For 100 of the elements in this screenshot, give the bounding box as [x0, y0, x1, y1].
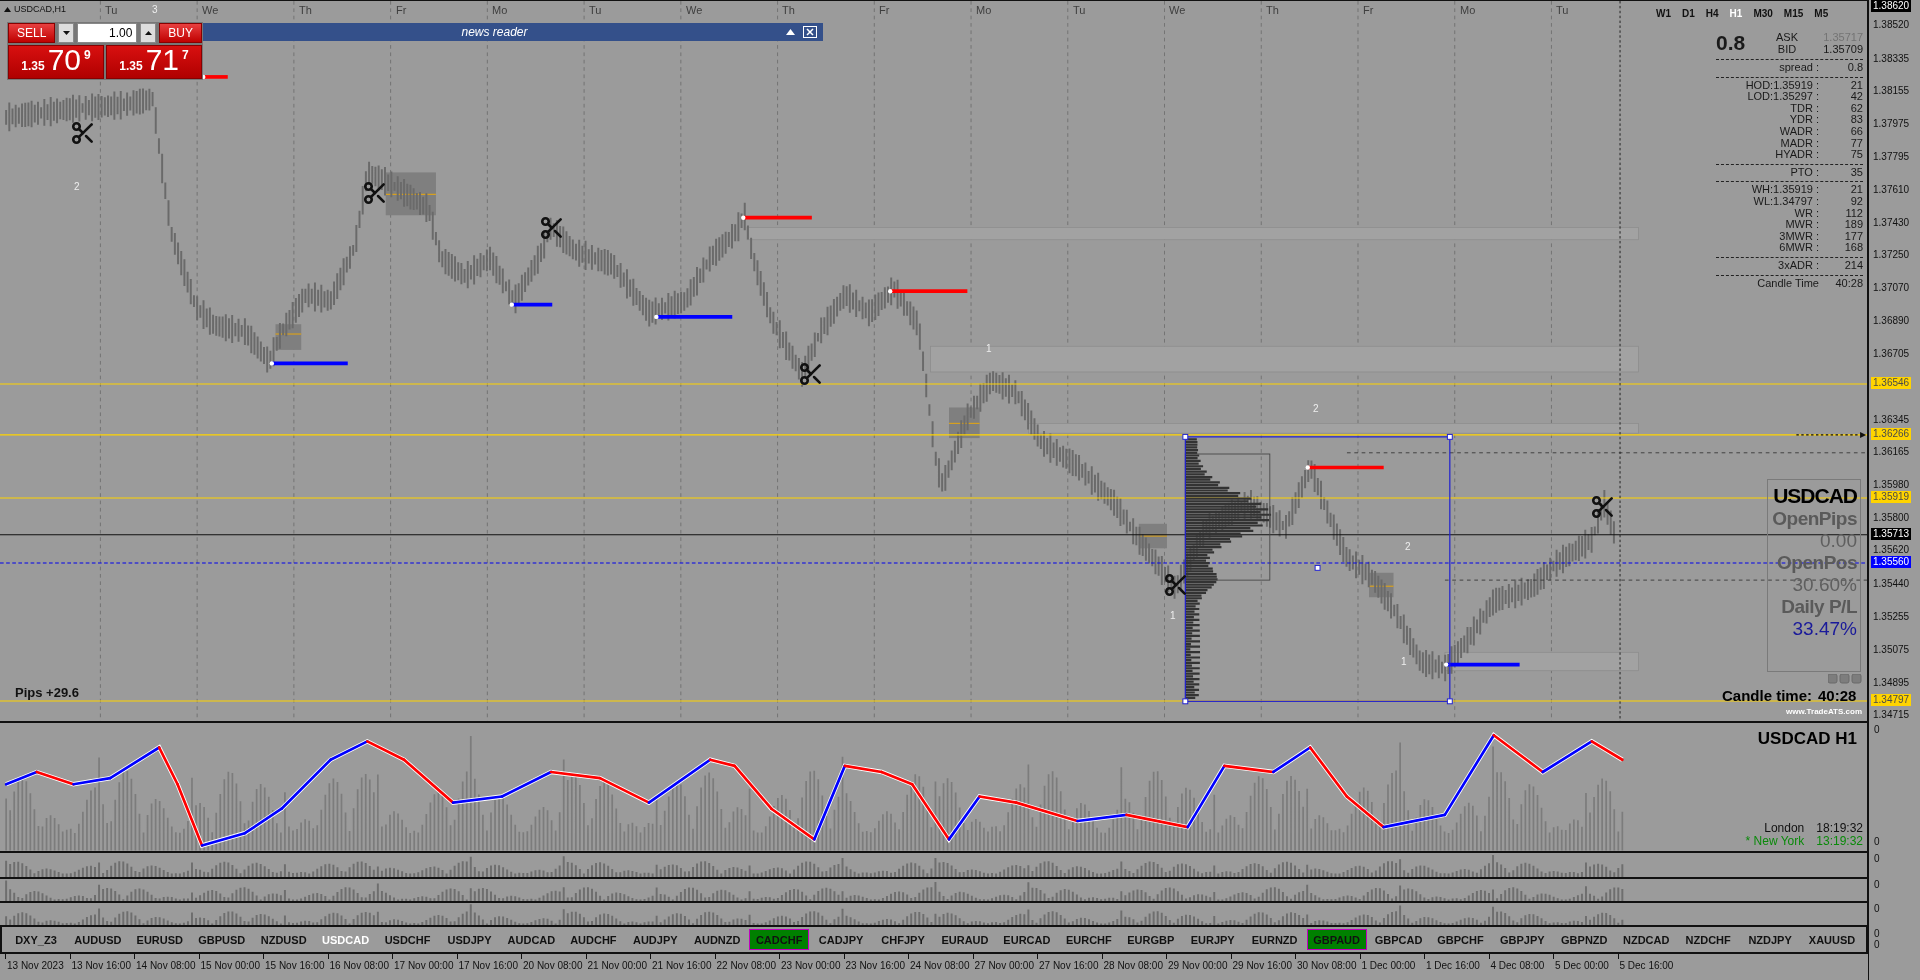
caret-down-icon: [62, 31, 70, 35]
stat-value: 177: [1843, 230, 1863, 243]
symbol-button[interactable]: EURUSD: [129, 929, 190, 950]
symbol-button[interactable]: AUDCAD: [501, 929, 562, 950]
stat-value: 189: [1843, 219, 1863, 231]
status-squares-drawing: [1828, 674, 1862, 684]
day-label: Mo: [976, 4, 992, 16]
day-label: Mo: [492, 4, 508, 16]
timeframe-tab[interactable]: M5: [1814, 8, 1829, 19]
stat-label: 3xADR :: [1777, 259, 1820, 272]
daily-pl-label: Daily P/L: [1781, 596, 1857, 618]
price-label: 1.36546: [1871, 377, 1912, 389]
symbol-button[interactable]: EURJPY: [1182, 929, 1243, 950]
symbol-button[interactable]: EURGBP: [1120, 929, 1181, 950]
timeframe-tab[interactable]: H4: [1705, 8, 1719, 19]
symbol-button[interactable]: AUDJPY: [625, 929, 686, 950]
symbol-button[interactable]: EURAUD: [935, 929, 995, 950]
symbol-button[interactable]: EURCAD: [996, 929, 1057, 950]
symbol-button[interactable]: CHFJPY: [873, 929, 933, 950]
timeframe-tab[interactable]: M15: [1783, 8, 1804, 19]
symbol-button[interactable]: CADJPY: [811, 929, 872, 950]
symbol-button[interactable]: NZDJPY: [1740, 929, 1801, 950]
price-label: 1.36890: [1872, 315, 1911, 327]
stat-label: WL:1.34797 :: [1752, 195, 1820, 208]
timeframe-tab[interactable]: D1: [1682, 8, 1695, 19]
stat-label: PTO :: [1789, 166, 1820, 179]
stat-label: LOD:1.35297 :: [1746, 91, 1820, 103]
price-label: 1.38620: [1871, 0, 1912, 12]
symbol-button[interactable]: AUDCHF: [563, 929, 624, 950]
day-label: Tu: [1073, 4, 1086, 16]
symbol-button[interactable]: EURNZD: [1244, 929, 1305, 950]
stat-label: HYADR :: [1774, 149, 1820, 161]
sell-button[interactable]: SELL: [8, 23, 56, 43]
symbol-button[interactable]: DXY_Z3: [6, 929, 66, 950]
open-pos-label: OpenPos: [1777, 552, 1857, 574]
day-label: We: [1169, 4, 1186, 16]
stat-label: spread :: [1778, 62, 1820, 74]
symbol-button[interactable]: GBPJPY: [1492, 929, 1553, 950]
increase-button[interactable]: [140, 23, 157, 43]
timeframe-tab[interactable]: M30: [1753, 8, 1773, 19]
lot-size-input[interactable]: 1.00: [77, 23, 138, 43]
price-label: 1.37250: [1872, 249, 1911, 261]
clock-city: London: [1764, 821, 1805, 835]
scissors-icon: [362, 180, 388, 206]
symbol-button[interactable]: GBPCAD: [1368, 929, 1429, 950]
symbol-button[interactable]: EURCHF: [1058, 929, 1119, 950]
decrease-button[interactable]: [58, 23, 75, 43]
open-pips-value: 0.00: [1820, 530, 1857, 552]
stat-value: 40:28: [1834, 277, 1863, 290]
caret-up-icon: [144, 31, 152, 35]
triangle-up-icon: [4, 6, 11, 12]
stat-value: 75: [1849, 149, 1863, 161]
symbol-button[interactable]: XAUUSD: [1802, 929, 1862, 950]
stat-label: WR :: [1793, 207, 1820, 220]
day-label: Fr: [1363, 4, 1374, 16]
buy-button[interactable]: BUY: [159, 23, 202, 43]
symbol-button[interactable]: NZDCAD: [1616, 929, 1677, 950]
spread-value: 0.8: [1716, 31, 1747, 55]
day-label: We: [202, 4, 219, 16]
triangle-up-icon[interactable]: [786, 29, 795, 35]
stat-label: MWR :: [1784, 219, 1820, 231]
symbol-button[interactable]: AUDUSD: [67, 929, 128, 950]
price-label: 1.35255: [1872, 611, 1911, 623]
daily-pl-value: 33.47%: [1792, 618, 1857, 640]
price-label: 1.35440: [1872, 578, 1911, 590]
level-marker: [741, 215, 812, 220]
level-marker: [201, 74, 228, 80]
price-label: 1.35560: [1871, 556, 1912, 568]
symbol-button[interactable]: GBPNZD: [1554, 929, 1615, 950]
symbol-button[interactable]: GBPAUD: [1306, 929, 1367, 950]
axis-label: 0: [1874, 836, 1880, 847]
axis-label: 0: [1874, 928, 1880, 939]
stat-label: HOD:1.35919 :: [1744, 79, 1820, 92]
stat-value: 214: [1843, 259, 1863, 272]
wave-label: 2: [74, 181, 80, 192]
price-label: 1.37430: [1872, 217, 1911, 229]
symbol-button[interactable]: CADCHF: [749, 929, 810, 950]
day-label: Th: [782, 4, 795, 16]
symbol-button[interactable]: USDCHF: [377, 929, 438, 950]
price-label: 1.35075: [1872, 644, 1911, 656]
open-pos-value: 30.60%: [1792, 574, 1857, 596]
price-label: 1.38520: [1872, 19, 1911, 31]
price-label: 1.35980: [1872, 479, 1911, 491]
symbol-button[interactable]: GBPUSD: [191, 929, 252, 950]
symbol-button[interactable]: NZDCHF: [1678, 929, 1739, 950]
symbol-button[interactable]: AUDNZD: [687, 929, 748, 950]
timeframe-tab[interactable]: W1: [1656, 8, 1671, 19]
price-label: 1.34715: [1872, 709, 1911, 721]
axis-label: 0: [1874, 724, 1880, 735]
stat-value: 83: [1849, 114, 1863, 126]
close-button[interactable]: [803, 26, 817, 38]
chart-title: USDCAD,H1: [14, 4, 66, 14]
price-label: 1.34895: [1872, 677, 1911, 689]
symbol-button[interactable]: NZDUSD: [253, 929, 314, 950]
stat-label: 6MWR :: [1778, 242, 1820, 254]
level-marker: [509, 302, 553, 307]
price-label: 1.35919: [1871, 491, 1912, 503]
symbol-button[interactable]: USDJPY: [439, 929, 500, 950]
candle-time-value: 40:28: [1818, 687, 1857, 704]
symbol-button[interactable]: GBPCHF: [1430, 929, 1491, 950]
